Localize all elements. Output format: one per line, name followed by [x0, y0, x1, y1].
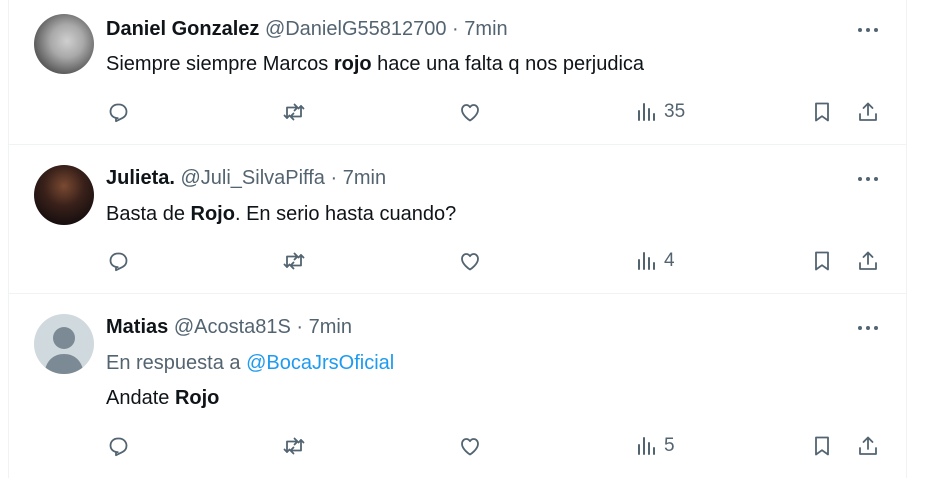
reply-button[interactable] — [106, 249, 130, 273]
reply-button[interactable] — [106, 100, 130, 124]
more-dots-icon[interactable] — [854, 20, 882, 40]
author-handle[interactable]: @Juli_SilvaPiffa — [180, 167, 324, 189]
views-count: 4 — [664, 250, 675, 271]
bookmark-button[interactable] — [810, 434, 834, 458]
views-button[interactable]: 35 — [634, 100, 685, 124]
tweet-header: Julieta. @Juli_SilvaPiffa · 7min — [106, 165, 386, 191]
timestamp[interactable]: 7min — [343, 167, 386, 189]
text-part: . En serio hasta cuando? — [234, 203, 457, 225]
tweet[interactable]: Daniel Gonzalez @DanielG55812700 · 7min … — [8, 0, 906, 145]
timestamp[interactable]: 7min — [309, 316, 352, 338]
retweet-button[interactable] — [282, 100, 306, 124]
text-part: Basta de — [106, 203, 191, 225]
separator-dot: · — [330, 167, 338, 189]
tweet[interactable]: Julieta. @Juli_SilvaPiffa · 7min Basta d… — [8, 145, 906, 294]
action-bar: 5 — [8, 434, 906, 458]
more-dots-icon[interactable] — [854, 318, 882, 338]
tweet[interactable]: Matias @Acosta81S · 7min En respuesta a … — [8, 294, 906, 478]
bookmark-icon — [815, 102, 829, 122]
share-button[interactable] — [856, 249, 880, 273]
highlighted-word: Rojo — [174, 387, 220, 409]
bookmark-button[interactable] — [810, 100, 834, 124]
heart-icon — [461, 438, 479, 456]
share-icon — [859, 436, 877, 455]
heart-icon — [461, 104, 479, 122]
default-avatar-icon — [44, 327, 84, 374]
reply-icon — [109, 103, 128, 123]
retweet-icon — [283, 103, 305, 121]
timestamp[interactable]: 7min — [464, 18, 507, 40]
author-name[interactable]: Matias — [106, 316, 168, 338]
action-bar: 4 — [8, 249, 906, 273]
views-chart-icon — [638, 437, 655, 455]
share-button[interactable] — [856, 100, 880, 124]
views-button[interactable]: 5 — [634, 434, 675, 458]
author-name[interactable]: Daniel Gonzalez — [106, 18, 259, 40]
reply-icon — [109, 437, 128, 457]
tweet-text: Andate Rojo — [106, 385, 219, 411]
author-handle[interactable]: @DanielG55812700 — [265, 18, 447, 40]
highlighted-word: rojo — [333, 53, 372, 75]
retweet-button[interactable] — [282, 434, 306, 458]
avatar[interactable] — [34, 165, 94, 225]
share-button[interactable] — [856, 434, 880, 458]
tweet-header: Daniel Gonzalez @DanielG55812700 · 7min — [106, 16, 508, 42]
bookmark-button[interactable] — [810, 249, 834, 273]
reply-context: En respuesta a @BocaJrsOficial — [106, 350, 394, 376]
tweet-text: Basta de Rojo. En serio hasta cuando? — [106, 201, 456, 227]
tweet-feed: Daniel Gonzalez @DanielG55812700 · 7min … — [0, 0, 939, 478]
more-dots-icon[interactable] — [854, 169, 882, 189]
heart-icon — [461, 253, 479, 271]
like-button[interactable] — [458, 249, 482, 273]
share-icon — [859, 251, 877, 270]
views-count: 5 — [664, 435, 675, 456]
text-part: Siempre siempre Marcos — [106, 53, 334, 75]
tweet-text: Siempre siempre Marcos rojo hace una fal… — [106, 51, 644, 77]
retweet-icon — [283, 437, 305, 455]
action-bar: 35 — [8, 100, 906, 124]
author-name[interactable]: Julieta. — [106, 167, 175, 189]
separator-dot: · — [452, 18, 459, 40]
views-chart-icon — [638, 103, 655, 121]
share-icon — [859, 102, 877, 121]
reply-mention-link[interactable]: @BocaJrsOficial — [246, 352, 394, 374]
views-count: 35 — [664, 101, 686, 122]
feed-right-border — [906, 0, 907, 478]
retweet-button[interactable] — [282, 249, 306, 273]
views-chart-icon — [638, 252, 655, 270]
separator-dot: · — [296, 316, 304, 338]
reply-prefix: En respuesta a — [106, 352, 247, 374]
tweet-header: Matias @Acosta81S · 7min — [106, 314, 352, 340]
views-button[interactable]: 4 — [634, 249, 675, 273]
avatar[interactable] — [34, 314, 94, 374]
like-button[interactable] — [458, 100, 482, 124]
like-button[interactable] — [458, 434, 482, 458]
bookmark-icon — [815, 251, 829, 271]
highlighted-word: Rojo — [190, 203, 235, 225]
author-handle[interactable]: @Acosta81S — [174, 316, 291, 338]
text-part: hace una falta q nos perjudica — [371, 53, 645, 75]
reply-button[interactable] — [106, 434, 130, 458]
reply-icon — [109, 252, 128, 272]
retweet-icon — [283, 252, 305, 270]
avatar[interactable] — [34, 14, 94, 74]
text-part: Andate — [106, 387, 175, 409]
bookmark-icon — [815, 436, 829, 456]
